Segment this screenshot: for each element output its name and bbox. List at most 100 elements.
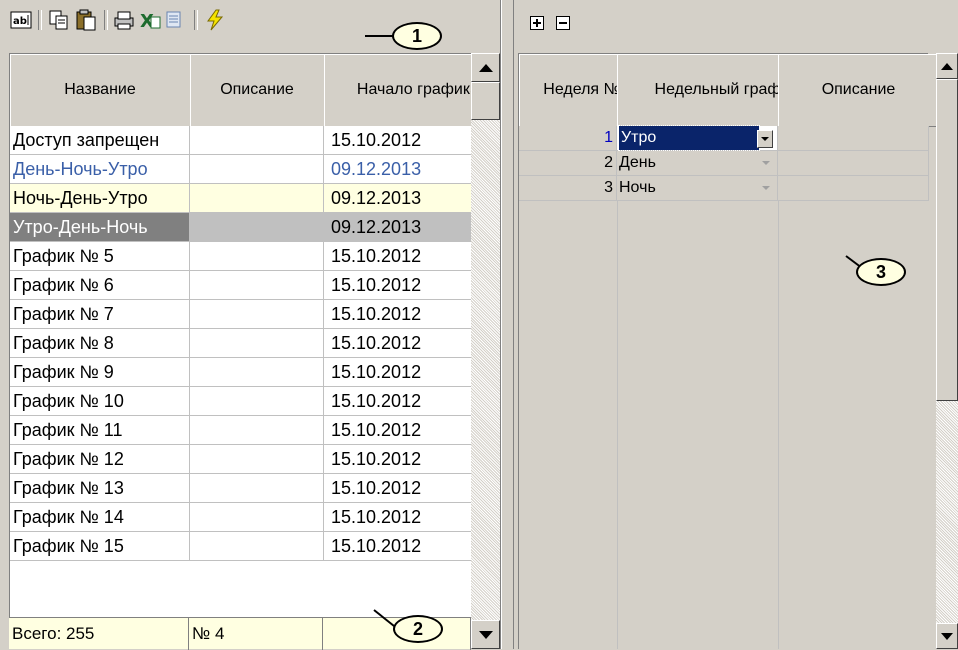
cell-description[interactable] [190,213,324,242]
cell-name[interactable]: График № 13 [10,474,190,503]
cell-start-date[interactable]: 15.10.2012 [324,416,472,445]
table-row[interactable]: График № 6 15.10.2012 [10,271,472,300]
cell-name[interactable]: График № 14 [10,503,190,532]
cell-name[interactable]: Утро-День-Ночь [10,213,190,242]
export-excel-icon[interactable]: X [138,8,162,32]
cell-weekly-description[interactable] [778,176,929,201]
weekly-schedule-table: Неделя № Недельный график Описание 1 Утро… [518,53,940,649]
copy-icon[interactable] [47,8,71,32]
cell-description[interactable] [190,387,324,416]
add-row-icon[interactable] [528,14,546,32]
chevron-down-icon[interactable] [759,155,773,171]
cell-start-date[interactable]: 15.10.2012 [324,503,472,532]
weekly-row[interactable]: 1 Утро [519,125,929,151]
table-row[interactable]: Утро-День-Ночь 09.12.2013 [10,213,472,242]
weekly-scroll-up-button[interactable] [936,53,958,79]
apply-lightning-icon[interactable] [203,8,227,32]
cell-name[interactable]: График № 10 [10,387,190,416]
cell-name[interactable]: График № 7 [10,300,190,329]
cell-description[interactable] [190,445,324,474]
weekly-scroll-thumb[interactable] [936,79,958,401]
scroll-thumb[interactable] [471,82,500,120]
print-icon[interactable] [112,8,136,32]
cell-name[interactable]: День-Ночь-Утро [10,155,190,184]
current-record-number: № 4 [189,618,323,650]
cell-weekly-description[interactable] [778,151,929,176]
cell-description[interactable] [190,474,324,503]
weekly-row[interactable]: 3 Ночь [519,176,929,201]
cell-description[interactable] [190,155,324,184]
weekly-vertical-scrollbar[interactable] [936,53,958,649]
chevron-down-icon[interactable] [759,180,773,196]
cell-description[interactable] [190,358,324,387]
cell-name[interactable]: График № 5 [10,242,190,271]
column-header-weekly-description[interactable]: Описание [778,54,940,127]
cell-name[interactable]: График № 15 [10,532,190,561]
cell-description[interactable] [190,416,324,445]
column-header-name[interactable]: Название [10,54,191,127]
weekly-scroll-down-button[interactable] [936,623,958,649]
table-row[interactable]: График № 8 15.10.2012 [10,329,472,358]
table-row[interactable]: График № 5 15.10.2012 [10,242,472,271]
cell-name[interactable]: График № 6 [10,271,190,300]
scroll-down-button[interactable] [471,620,500,649]
cell-name[interactable]: График № 11 [10,416,190,445]
cell-description[interactable] [190,271,324,300]
cell-name[interactable]: График № 9 [10,358,190,387]
chevron-down-icon[interactable] [757,130,773,148]
column-header-description[interactable]: Описание [190,54,325,127]
cell-start-date[interactable]: 15.10.2012 [324,242,472,271]
export-icon[interactable] [163,8,187,32]
table-row[interactable]: График № 13 15.10.2012 [10,474,472,503]
cell-weekly-schedule-select[interactable]: Утро [617,125,778,151]
cell-name[interactable]: Доступ запрещен [10,126,190,155]
cell-start-date[interactable]: 15.10.2012 [324,126,472,155]
scroll-up-button[interactable] [471,53,500,82]
cell-start-date[interactable]: 15.10.2012 [324,532,472,561]
cell-description[interactable] [190,503,324,532]
cell-start-date[interactable]: 15.10.2012 [324,474,472,503]
cell-description[interactable] [190,300,324,329]
table-row[interactable]: График № 7 15.10.2012 [10,300,472,329]
cell-description[interactable] [190,126,324,155]
cell-start-date[interactable]: 15.10.2012 [324,300,472,329]
cell-description[interactable] [190,184,324,213]
table-row[interactable]: График № 11 15.10.2012 [10,416,472,445]
cell-start-date[interactable]: 15.10.2012 [324,358,472,387]
cell-start-date[interactable]: 09.12.2013 [324,184,472,213]
callout-1: 1 [392,22,442,50]
table-row[interactable]: График № 12 15.10.2012 [10,445,472,474]
pane-splitter[interactable] [500,0,514,649]
weekly-row[interactable]: 2 День [519,151,929,176]
cell-weekly-schedule-select[interactable]: День [617,151,778,176]
cell-start-date[interactable]: 15.10.2012 [324,445,472,474]
table-row[interactable]: График № 15 15.10.2012 [10,532,472,561]
paste-icon[interactable] [74,8,98,32]
weekly-toolbar [514,0,958,44]
table-row[interactable]: График № 10 15.10.2012 [10,387,472,416]
cell-start-date[interactable]: 15.10.2012 [324,271,472,300]
scroll-up-arrow-icon [478,63,493,72]
cell-start-date[interactable]: 15.10.2012 [324,329,472,358]
cell-weekly-schedule-select[interactable]: Ночь [617,176,778,201]
table-row[interactable]: Ночь-День-Утро 09.12.2013 [10,184,472,213]
table-row[interactable]: Доступ запрещен 15.10.2012 [10,126,472,155]
cell-start-date[interactable]: 09.12.2013 [324,213,472,242]
cell-name[interactable]: График № 8 [10,329,190,358]
table-row[interactable]: День-Ночь-Утро 09.12.2013 [10,155,472,184]
cell-start-date[interactable]: 09.12.2013 [324,155,472,184]
schedules-pane: ab X Название Описание Начало графика До… [0,0,513,650]
cell-name[interactable]: Ночь-День-Утро [10,184,190,213]
edit-name-icon[interactable]: ab [9,8,33,32]
cell-name[interactable]: График № 12 [10,445,190,474]
remove-row-icon[interactable] [554,14,572,32]
cell-description[interactable] [190,242,324,271]
table-row[interactable]: График № 9 15.10.2012 [10,358,472,387]
cell-description[interactable] [190,329,324,358]
svg-text:ab: ab [13,16,27,27]
cell-weekly-description[interactable] [778,126,929,151]
table-row[interactable]: График № 14 15.10.2012 [10,503,472,532]
cell-start-date[interactable]: 15.10.2012 [324,387,472,416]
schedules-vertical-scrollbar[interactable] [471,53,500,649]
cell-description[interactable] [190,532,324,561]
